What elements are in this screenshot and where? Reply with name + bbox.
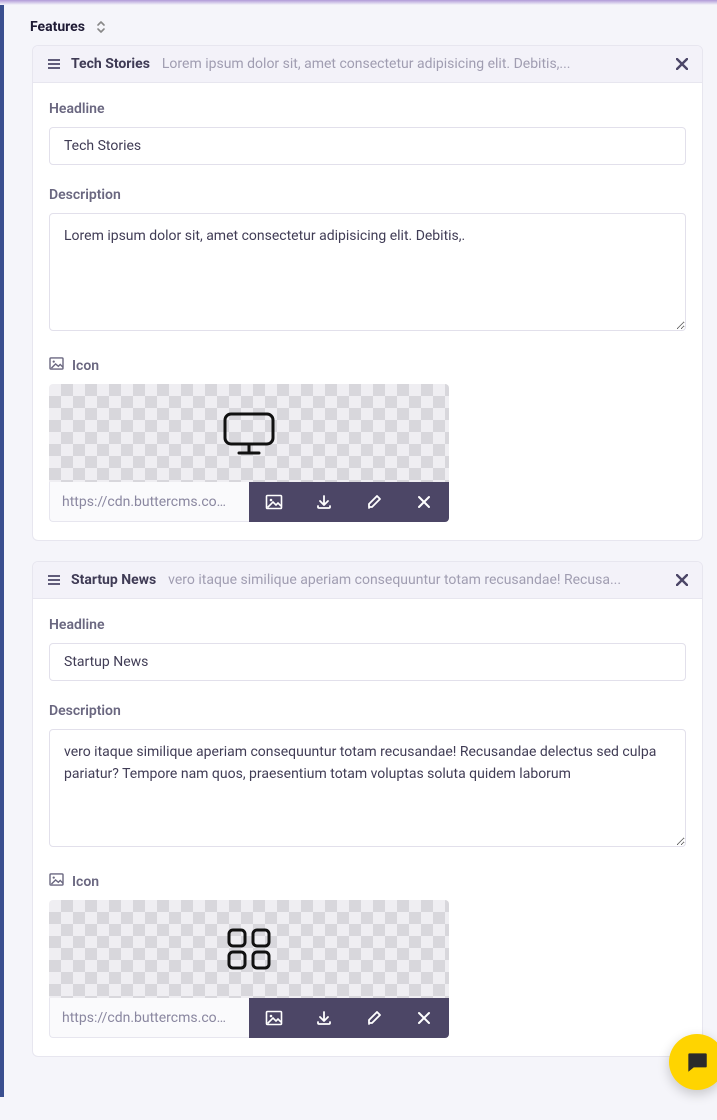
headline-field: Headline bbox=[49, 101, 686, 165]
icon-label-text: Icon bbox=[72, 874, 99, 890]
icon-url-input[interactable] bbox=[49, 482, 249, 522]
card-summary: vero itaque similique aperiam consequunt… bbox=[168, 572, 668, 588]
description-textarea[interactable] bbox=[49, 729, 686, 847]
remove-card-icon[interactable] bbox=[676, 574, 688, 586]
remove-card-icon[interactable] bbox=[676, 58, 688, 70]
remove-image-button[interactable] bbox=[399, 482, 449, 522]
icon-preview bbox=[49, 384, 449, 522]
description-field: Description bbox=[49, 703, 686, 851]
download-button[interactable] bbox=[299, 482, 349, 522]
card-title: Startup News bbox=[71, 572, 156, 588]
edit-button[interactable] bbox=[349, 482, 399, 522]
grid-icon bbox=[219, 924, 279, 974]
icon-label: Icon bbox=[49, 357, 686, 374]
icon-field: Icon bbox=[49, 357, 686, 522]
download-button[interactable] bbox=[299, 998, 349, 1038]
replace-image-button[interactable] bbox=[249, 998, 299, 1038]
card-summary: Lorem ipsum dolor sit, amet consectetur … bbox=[162, 56, 668, 72]
headline-label: Headline bbox=[49, 617, 686, 633]
icon-preview-image[interactable] bbox=[49, 384, 449, 482]
card-header[interactable]: Tech Stories Lorem ipsum dolor sit, amet… bbox=[33, 46, 702, 83]
description-field: Description bbox=[49, 187, 686, 335]
icon-preview-image[interactable] bbox=[49, 900, 449, 998]
remove-image-button[interactable] bbox=[399, 998, 449, 1038]
icon-label: Icon bbox=[49, 873, 686, 890]
help-fab[interactable] bbox=[669, 1034, 717, 1090]
description-label: Description bbox=[49, 703, 686, 719]
replace-image-button[interactable] bbox=[249, 482, 299, 522]
feature-card: Startup News vero itaque similique aperi… bbox=[32, 561, 703, 1057]
description-label: Description bbox=[49, 187, 686, 203]
drag-handle-icon[interactable] bbox=[47, 58, 61, 70]
icon-toolbar bbox=[49, 998, 449, 1038]
icon-toolbar bbox=[49, 482, 449, 522]
features-section: Features Tech Stories Lorem ipsum dolor … bbox=[0, 5, 717, 1097]
sort-icon[interactable] bbox=[95, 20, 107, 34]
image-icon bbox=[49, 357, 64, 374]
chat-icon bbox=[684, 1049, 710, 1075]
description-textarea[interactable] bbox=[49, 213, 686, 331]
icon-url-input[interactable] bbox=[49, 998, 249, 1038]
image-icon bbox=[49, 873, 64, 890]
card-body: Headline Description Icon bbox=[33, 599, 702, 1056]
drag-handle-icon[interactable] bbox=[47, 574, 61, 586]
icon-actions bbox=[249, 482, 449, 522]
edit-button[interactable] bbox=[349, 998, 399, 1038]
card-body: Headline Description Icon bbox=[33, 83, 702, 540]
section-title: Features bbox=[30, 19, 85, 35]
icon-label-text: Icon bbox=[72, 358, 99, 374]
headline-field: Headline bbox=[49, 617, 686, 681]
icon-field: Icon bbox=[49, 873, 686, 1038]
headline-input[interactable] bbox=[49, 643, 686, 681]
card-header[interactable]: Startup News vero itaque similique aperi… bbox=[33, 562, 702, 599]
headline-input[interactable] bbox=[49, 127, 686, 165]
feature-card: Tech Stories Lorem ipsum dolor sit, amet… bbox=[32, 45, 703, 541]
section-header: Features bbox=[4, 5, 717, 45]
icon-actions bbox=[249, 998, 449, 1038]
monitor-icon bbox=[219, 408, 279, 458]
icon-preview bbox=[49, 900, 449, 1038]
card-title: Tech Stories bbox=[71, 56, 150, 72]
headline-label: Headline bbox=[49, 101, 686, 117]
